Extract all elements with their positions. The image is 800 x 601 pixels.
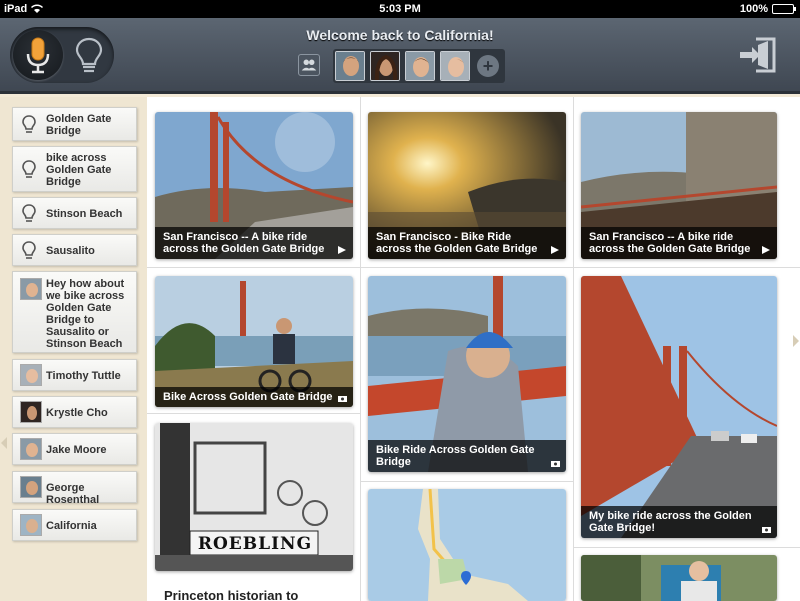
avatar bbox=[20, 514, 42, 536]
battery-percent: 100% bbox=[739, 3, 768, 15]
microphone-icon bbox=[26, 37, 50, 74]
row-divider bbox=[147, 267, 360, 268]
sidebar-item-sausalito[interactable]: Sausalito bbox=[12, 234, 137, 266]
video-card[interactable]: San Francisco -- A bike ride across the … bbox=[581, 112, 777, 259]
app-header: Welcome back to California! + bbox=[0, 18, 800, 94]
article-title[interactable]: Princeton historian to bbox=[164, 588, 298, 601]
avatar bbox=[20, 364, 42, 386]
sidebar-item-label: Golden Gate Bridge bbox=[46, 113, 112, 137]
card-caption: My bike ride across the Golden Gate Brid… bbox=[581, 506, 777, 538]
column-divider bbox=[360, 97, 361, 601]
photo-card[interactable]: Bike Across Golden Gate Bridge bbox=[155, 276, 353, 407]
group-icon[interactable] bbox=[298, 54, 320, 76]
avatar[interactable] bbox=[440, 51, 470, 81]
avatar[interactable] bbox=[370, 51, 400, 81]
lightbulb-icon bbox=[22, 241, 36, 259]
row-divider bbox=[147, 413, 360, 414]
row-divider bbox=[573, 547, 800, 548]
avatar bbox=[20, 438, 42, 460]
play-icon bbox=[551, 246, 559, 254]
sidebar-item-label: Stinson Beach bbox=[46, 208, 123, 220]
card-caption: Bike Across Golden Gate Bridge bbox=[155, 387, 353, 407]
status-bar: iPad 5:03 PM 100% bbox=[0, 0, 800, 18]
topic-sidebar: Golden Gate Bridge bike across Golden Ga… bbox=[0, 97, 147, 601]
lightbulb-icon bbox=[22, 115, 36, 133]
card-caption: Bike Ride Across Golden Gate Bridge bbox=[368, 440, 566, 472]
friend-strip: + bbox=[333, 49, 505, 83]
photo-card[interactable] bbox=[581, 555, 777, 601]
lightbulb-icon bbox=[22, 160, 36, 178]
sidebar-item-label: Krystle Cho bbox=[46, 407, 108, 419]
sidebar-item-label: Sausalito bbox=[46, 245, 95, 257]
column-divider bbox=[573, 97, 574, 601]
photo-thumbnail bbox=[581, 276, 777, 538]
avatar bbox=[20, 476, 42, 498]
sidebar-item-jake-moore[interactable]: Jake Moore bbox=[12, 433, 137, 465]
clock: 5:03 PM bbox=[379, 3, 421, 15]
exit-button[interactable] bbox=[738, 35, 780, 75]
play-icon bbox=[762, 246, 770, 254]
sidebar-item-label: Jake Moore bbox=[46, 444, 107, 456]
sidebar-item-label: California bbox=[46, 520, 97, 532]
exit-icon bbox=[740, 37, 776, 73]
photo-card[interactable]: Bike Ride Across Golden Gate Bridge bbox=[368, 276, 566, 472]
row-divider bbox=[573, 267, 800, 268]
video-card[interactable]: San Francisco -- A bike ride across the … bbox=[155, 112, 353, 259]
sidebar-item-krystle-cho[interactable]: Krystle Cho bbox=[12, 396, 137, 428]
mode-toggle bbox=[10, 27, 114, 83]
map-card[interactable] bbox=[368, 489, 566, 601]
sign-text: ROEBLING bbox=[197, 534, 313, 554]
avatar[interactable] bbox=[405, 51, 435, 81]
camera-icon bbox=[762, 527, 771, 533]
sidebar-item-bike-across[interactable]: bike across Golden Gate Bridge bbox=[12, 146, 137, 192]
lightbulb-icon bbox=[22, 204, 36, 222]
card-caption: San Francisco - Bike Ride across the Gol… bbox=[368, 227, 566, 259]
welcome-title: Welcome back to California! bbox=[306, 27, 494, 43]
sidebar-item-label: bike across Golden Gate Bridge bbox=[46, 152, 112, 188]
lightbulb-icon bbox=[75, 37, 103, 73]
card-caption: San Francisco -- A bike ride across the … bbox=[581, 227, 777, 259]
sidebar-item-label: Timothy Tuttle bbox=[46, 370, 121, 382]
map-pin-icon bbox=[461, 571, 471, 585]
microphone-button[interactable] bbox=[13, 30, 63, 80]
camera-icon bbox=[551, 461, 560, 467]
battery-icon bbox=[772, 4, 796, 14]
sidebar-item-stinson-beach[interactable]: Stinson Beach bbox=[12, 197, 137, 229]
idea-button[interactable] bbox=[66, 30, 112, 80]
card-caption: San Francisco -- A bike ride across the … bbox=[155, 227, 353, 259]
row-divider bbox=[360, 267, 573, 268]
sidebar-item-california[interactable]: California bbox=[12, 509, 137, 541]
chevron-right-icon[interactable] bbox=[793, 335, 799, 347]
sidebar-item-timothy-tuttle[interactable]: Timothy Tuttle bbox=[12, 359, 137, 391]
sidebar-item-golden-gate-bridge[interactable]: Golden Gate Bridge bbox=[12, 107, 137, 141]
photo-card[interactable]: My bike ride across the Golden Gate Brid… bbox=[581, 276, 777, 538]
play-icon bbox=[338, 246, 346, 254]
sidebar-item-label: Hey how about we bike across Golden Gate… bbox=[46, 278, 125, 350]
camera-icon bbox=[338, 396, 347, 402]
row-divider bbox=[360, 481, 573, 482]
photo-thumbnail bbox=[581, 555, 777, 601]
video-card[interactable]: San Francisco - Bike Ride across the Gol… bbox=[368, 112, 566, 259]
avatar bbox=[20, 401, 42, 423]
results-grid: San Francisco -- A bike ride across the … bbox=[147, 97, 800, 601]
sidebar-item-george-rosenthal[interactable]: George Rosenthal bbox=[12, 471, 137, 506]
avatar bbox=[20, 278, 42, 300]
article-card[interactable]: ROEBLING bbox=[155, 423, 353, 571]
avatar[interactable] bbox=[335, 51, 365, 81]
chevron-left-icon[interactable] bbox=[1, 437, 7, 449]
sidebar-item-label: George Rosenthal bbox=[46, 482, 100, 506]
add-friend-button[interactable]: + bbox=[477, 55, 499, 77]
sidebar-item-message[interactable]: Hey how about we bike across Golden Gate… bbox=[12, 271, 137, 353]
